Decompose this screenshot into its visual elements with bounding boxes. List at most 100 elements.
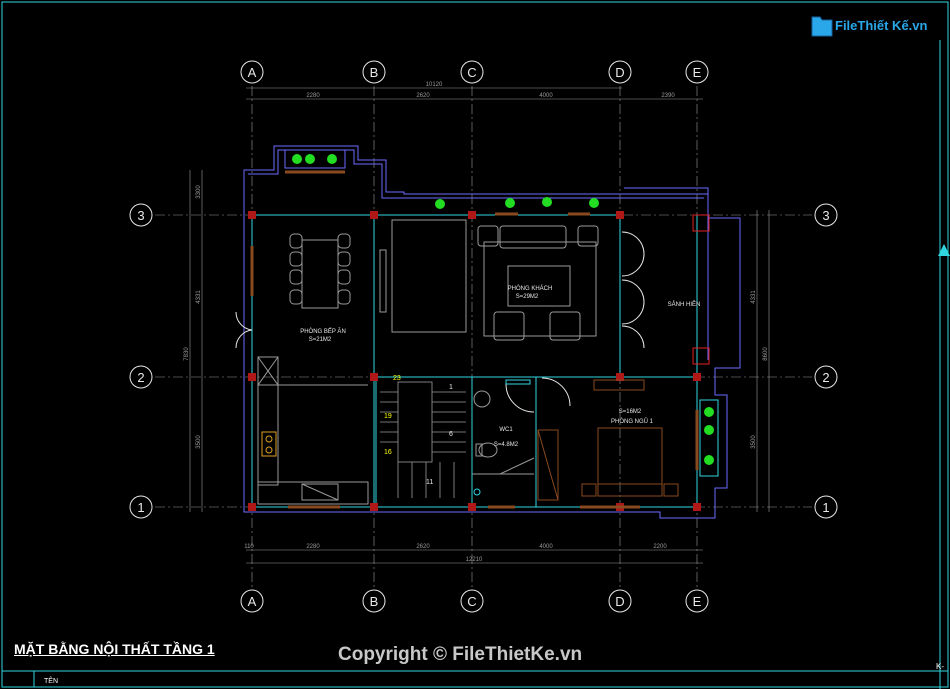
- dining-table: [301, 239, 339, 309]
- logo-text: FileThiết Kế.vn: [835, 18, 928, 33]
- wc-door-arc: [505, 383, 535, 413]
- column-d3: [616, 211, 624, 219]
- file-folder-icon: [811, 16, 833, 37]
- grid-label-c-bottom: C: [467, 594, 476, 609]
- bed: [597, 427, 663, 497]
- dim-top-seg-4: 2390: [661, 93, 675, 99]
- living-inner-partition: [391, 219, 467, 333]
- column-a3: [248, 211, 256, 219]
- porch-column-top: [692, 214, 710, 232]
- grid-label-a-top: A: [248, 65, 257, 80]
- dining-chair-4: [289, 289, 303, 305]
- column-b3: [370, 211, 378, 219]
- porch-door-arc-2: [621, 253, 645, 277]
- dining-chair-1: [289, 233, 303, 249]
- wc-shower-diag: [499, 457, 535, 475]
- dim-right-total: 8600: [763, 347, 769, 361]
- dining-chair-2: [289, 251, 303, 267]
- stair-number-19: 19: [384, 413, 392, 420]
- dim-right-seg-2: 3500: [751, 435, 757, 449]
- wc-room-name: WC1: [499, 427, 513, 433]
- column-e1: [693, 503, 701, 511]
- dim-left-seg-2: 4331: [196, 290, 202, 304]
- kitchen-room-area: S=21M2: [309, 337, 332, 343]
- dim-right-seg-1: 4331: [751, 290, 757, 304]
- porch-room-name: SẢNH HIÊN: [668, 300, 701, 308]
- bedroom-room-wall: [535, 376, 698, 508]
- dim-top-seg-2: 2620: [416, 93, 430, 99]
- plan-title: MẶT BẰNG NỘI THẤT TẦNG 1: [14, 641, 215, 657]
- grid-label-e-bottom: E: [693, 594, 702, 609]
- drawing-frame: [1, 1, 949, 688]
- bedroom-desk: [593, 379, 645, 391]
- grid-label-a-bottom: A: [248, 594, 257, 609]
- dim-top-total: 10120: [426, 82, 443, 88]
- bedroom-room-name: PHÒNG NGỦ 1: [611, 418, 654, 425]
- dining-chair-3: [289, 269, 303, 285]
- bedroom-room-area: S=16M2: [619, 409, 642, 415]
- grid-label-2-right: 2: [822, 370, 829, 385]
- column-e2: [693, 373, 701, 381]
- dim-left-seg-3: 3500: [196, 435, 202, 449]
- dim-top-seg-3: 4000: [539, 93, 553, 99]
- stair-number-6: 6: [449, 431, 453, 438]
- plant-icon-5: [505, 198, 515, 208]
- column-b1: [370, 503, 378, 511]
- living-room-name: PHÒNG KHÁCH: [508, 285, 553, 292]
- porch-door-arc-1: [621, 231, 645, 255]
- plant-icon-7: [589, 198, 599, 208]
- plant-icon-8: [704, 407, 714, 417]
- dim-left-seg-1: 3300: [196, 185, 202, 199]
- stair-number-1: 1: [449, 384, 453, 391]
- grid-label-d-bottom: D: [615, 594, 624, 609]
- stove-burner-1: [265, 435, 273, 443]
- grid-label-d-top: D: [615, 65, 624, 80]
- grid-label-1-left: 1: [137, 500, 144, 515]
- dining-chair-5: [337, 233, 351, 249]
- stair-number-11: 11: [426, 479, 433, 486]
- sofa-armchair-right-top: [577, 225, 599, 247]
- grid-label-3-right: 3: [822, 208, 829, 223]
- dim-bottom-total: 12210: [466, 557, 483, 563]
- tv-cabinet-kitchen: [379, 249, 387, 313]
- wc-drain: [473, 488, 481, 496]
- sheet-corner-label: K-: [936, 662, 944, 671]
- grid-label-e-top: E: [693, 65, 702, 80]
- stove-burner-2: [265, 446, 273, 454]
- nightstand-right: [663, 483, 679, 497]
- dim-top-seg-1: 2280: [306, 93, 320, 99]
- wall-living-porch: [624, 187, 709, 360]
- stair-number-23: 23: [393, 375, 401, 382]
- inner-wall-outline: [248, 149, 704, 199]
- dim-bottom-seg-3: 2620: [416, 544, 430, 550]
- stair-number-16: 16: [384, 449, 392, 456]
- grid-label-b-top: B: [370, 65, 379, 80]
- plant-icon-3: [327, 154, 337, 164]
- site-logo: FileThiết Kế.vn: [810, 13, 927, 41]
- column-a1: [248, 503, 256, 511]
- porch-door-arc-3: [621, 279, 645, 303]
- wardrobe-diag: [537, 429, 559, 501]
- plant-icon-2: [305, 154, 315, 164]
- grid-label-2-left: 2: [137, 370, 144, 385]
- wc-cabinet: [505, 379, 531, 385]
- title-block-label: TÊN: [44, 678, 58, 685]
- dining-chair-6: [337, 251, 351, 267]
- dim-left-total: 7830: [184, 347, 190, 361]
- dim-bottom-seg-5: 2200: [653, 544, 667, 550]
- stair-core: [397, 381, 433, 463]
- dim-bottom-seg-2: 2280: [306, 544, 320, 550]
- column-b2: [370, 373, 378, 381]
- column-c1: [468, 503, 476, 511]
- plant-icon-4: [435, 199, 445, 209]
- plant-icon-6: [542, 197, 552, 207]
- dim-bottom-seg-1: 110: [244, 544, 254, 550]
- kitchen-counter: [257, 356, 279, 486]
- grid-label-c-top: C: [467, 65, 476, 80]
- plant-icon-9: [704, 425, 714, 435]
- bed-headboard: [597, 483, 663, 497]
- grid-label-3-left: 3: [137, 208, 144, 223]
- plant-icon-10: [704, 455, 714, 465]
- dim-bottom-seg-4: 4000: [539, 544, 553, 550]
- sofa-main: [499, 225, 567, 249]
